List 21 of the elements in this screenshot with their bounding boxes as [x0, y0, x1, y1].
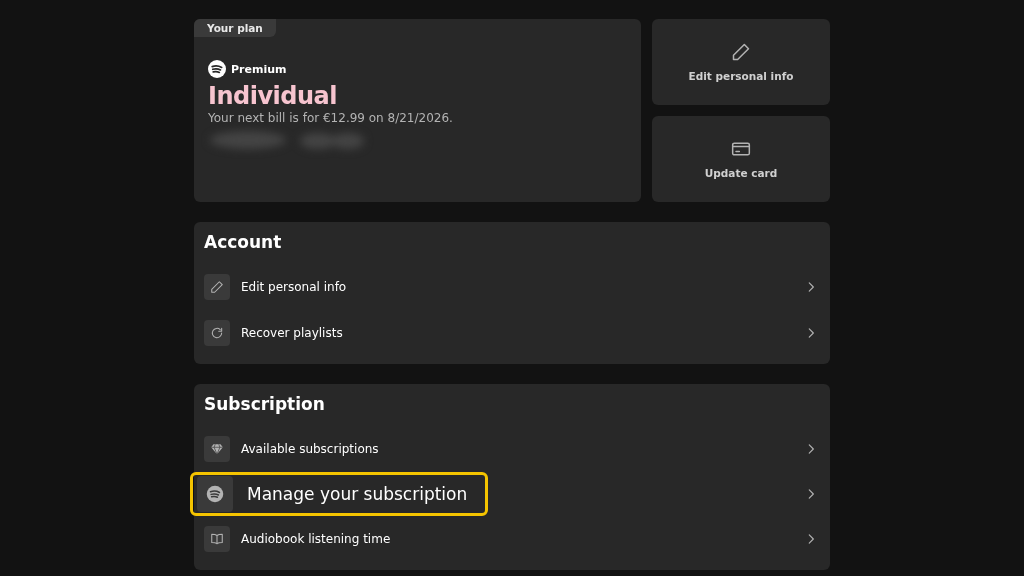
highlighted-menu-item[interactable]: Manage your subscription — [190, 472, 489, 516]
menu-item[interactable]: Edit personal info — [204, 264, 804, 310]
section-title: Account — [204, 232, 283, 252]
diamond-icon — [210, 442, 224, 456]
menu-item[interactable]: Audiobook listening time — [204, 516, 804, 562]
menu-item[interactable]: Available subscriptions — [204, 426, 804, 472]
plan-tag: Your plan — [194, 19, 276, 37]
menu-item[interactable]: Recover playlists — [204, 310, 804, 356]
logo-icon — [208, 60, 226, 78]
card-icon — [731, 139, 751, 159]
refresh-icon — [210, 326, 224, 340]
quick-action-button[interactable]: Update card — [652, 116, 830, 202]
plan-name: Individual — [208, 82, 338, 110]
sound-waves-icon — [206, 485, 224, 503]
pencil-icon — [731, 42, 751, 62]
brand-label: Premium — [231, 62, 287, 76]
pencil-icon — [210, 280, 224, 294]
billing-text: Your next bill is for €12.99 on 8/21/2026. — [208, 111, 454, 125]
section-title: Subscription — [204, 394, 326, 414]
quick-action-button[interactable]: Edit personal info — [652, 19, 830, 105]
book-icon — [210, 532, 224, 546]
